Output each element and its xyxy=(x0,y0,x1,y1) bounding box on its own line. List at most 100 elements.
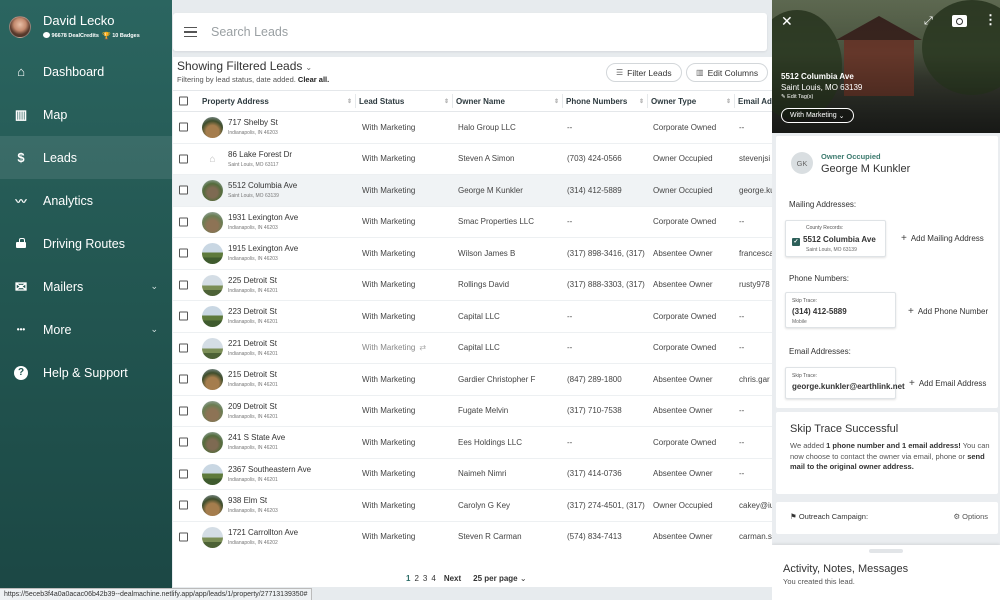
property-address-line1[interactable]: 5512 Columbia Ave xyxy=(228,181,297,190)
lead-status-cell[interactable]: With Marketing xyxy=(362,490,453,521)
sort-icon[interactable]: ⇕ xyxy=(639,98,644,105)
lead-status-cell[interactable]: With Marketing xyxy=(362,238,453,269)
email-cell[interactable]: -- xyxy=(739,427,773,458)
phone-numbers-cell[interactable]: (317) 898-3416, (317) xyxy=(567,238,648,269)
lead-status-cell[interactable]: With Marketing xyxy=(362,427,453,458)
owner-name-cell[interactable]: Gardier Christopher F xyxy=(458,364,563,395)
lead-status-cell[interactable]: With Marketing xyxy=(362,207,453,238)
leads-filter-title[interactable]: Showing Filtered Leads ⌄ xyxy=(177,59,312,73)
email-cell[interactable]: carman.s xyxy=(739,522,773,551)
table-row[interactable]: 5512 Columbia Ave Saint Louis, MO 63139 Wi… xyxy=(173,175,773,207)
menu-icon[interactable] xyxy=(184,27,197,37)
phone-numbers-cell[interactable]: (317) 274-4501, (317) xyxy=(567,490,648,521)
table-row[interactable]: 215 Detroit St Indianapolis, IN 46201 With… xyxy=(173,364,773,396)
table-row[interactable]: 223 Detroit St Indianapolis, IN 46201 With… xyxy=(173,301,773,333)
page-3-link[interactable]: 3 xyxy=(423,574,427,583)
phone-numbers-cell[interactable]: (317) 414-0736 xyxy=(567,459,648,490)
lead-status-cell[interactable]: With Marketing xyxy=(362,270,453,301)
phone-numbers-cell[interactable]: -- xyxy=(567,427,648,458)
select-all-checkbox[interactable] xyxy=(179,96,188,106)
table-row[interactable]: 241 S State Ave Indianapolis, IN 46201 Wit… xyxy=(173,427,773,459)
table-row[interactable]: ⌂ 86 Lake Forest Dr Saint Louis, MO 63117 W… xyxy=(173,144,773,175)
row-checkbox[interactable] xyxy=(179,248,188,258)
email-cell[interactable]: george.ku xyxy=(739,175,773,206)
property-address-line1[interactable]: 938 Elm St xyxy=(228,496,267,505)
column-resize-handle[interactable] xyxy=(647,94,648,108)
property-address-line1[interactable]: 225 Detroit St xyxy=(228,276,277,285)
owner-name-cell[interactable]: Wilson James B xyxy=(458,238,563,269)
clear-all-link[interactable]: Clear all. xyxy=(298,75,329,84)
lead-status-cell[interactable]: With Marketing xyxy=(362,396,453,427)
phone-numbers-cell[interactable]: -- xyxy=(567,333,648,364)
owner-name-cell[interactable]: Capital LLC xyxy=(458,301,563,332)
header-email[interactable]: Email Ad xyxy=(738,91,773,111)
page-2-link[interactable]: 2 xyxy=(414,574,418,583)
column-resize-handle[interactable] xyxy=(734,94,735,108)
table-row[interactable]: 1721 Carrollton Ave Indianapolis, IN 4620… xyxy=(173,522,773,551)
column-resize-handle[interactable] xyxy=(452,94,453,108)
column-resize-handle[interactable] xyxy=(355,94,356,108)
table-row[interactable]: 225 Detroit St Indianapolis, IN 46201 With… xyxy=(173,270,773,301)
activity-card[interactable]: Activity, Notes, Messages You created th… xyxy=(772,545,1000,600)
nav-item-driving-routes[interactable]: Driving Routes xyxy=(0,222,172,265)
row-checkbox[interactable] xyxy=(179,185,188,195)
property-address-line1[interactable]: 2367 Southeastern Ave xyxy=(228,465,311,474)
close-icon[interactable]: ✕ xyxy=(781,14,793,28)
email-cell[interactable]: -- xyxy=(739,301,773,332)
property-address-line1[interactable]: 1721 Carrollton Ave xyxy=(228,528,298,537)
email-cell[interactable]: -- xyxy=(739,459,773,490)
table-row[interactable]: 221 Detroit St Indianapolis, IN 46201 With… xyxy=(173,333,773,364)
row-checkbox[interactable] xyxy=(179,311,188,321)
nav-item-map[interactable]: ▥ Map xyxy=(0,93,172,136)
column-resize-handle[interactable] xyxy=(562,94,563,108)
profile[interactable]: David Lecko 96678 DealCredits 🏆 10 Badge… xyxy=(0,0,172,50)
lead-status-cell[interactable]: With Marketing xyxy=(362,522,453,551)
email-cell[interactable]: chris.gar xyxy=(739,364,773,395)
sort-icon[interactable]: ⇕ xyxy=(726,98,731,105)
property-address-line1[interactable]: 1931 Lexington Ave xyxy=(228,213,298,222)
phone-numbers-cell[interactable]: (847) 289-1800 xyxy=(567,364,648,395)
owner-name[interactable]: George M Kunkler xyxy=(821,163,910,175)
header-lead-status[interactable]: Lead Status ⇕ xyxy=(359,91,453,111)
table-row[interactable]: 717 Shelby St Indianapolis, IN 46203 With … xyxy=(173,112,773,144)
table-row[interactable]: 938 Elm St Indianapolis, IN 46203 With Mar… xyxy=(173,490,773,522)
email-cell[interactable]: cakey@iu xyxy=(739,490,773,521)
property-address-line1[interactable]: 221 Detroit St xyxy=(228,339,277,348)
phone-numbers-cell[interactable]: (314) 412-5889 xyxy=(567,175,648,206)
header-property-address[interactable]: Property Address ⇕ xyxy=(202,91,356,111)
row-checkbox[interactable] xyxy=(179,154,188,164)
header-owner-name[interactable]: Owner Name ⇕ xyxy=(456,91,563,111)
nav-item-dashboard[interactable]: ⌂ Dashboard xyxy=(0,50,172,93)
lead-status-cell[interactable]: With Marketing xyxy=(362,301,453,332)
mailing-address-card[interactable]: County Records: ✓ 5512 Columbia Ave Saint… xyxy=(785,220,886,257)
property-address-line1[interactable]: 717 Shelby St xyxy=(228,118,278,127)
drag-handle[interactable] xyxy=(869,549,903,553)
table-row[interactable]: 2367 Southeastern Ave Indianapolis, IN 46… xyxy=(173,459,773,490)
expand-icon[interactable]: ⤢ xyxy=(924,15,933,28)
nav-item-mailers[interactable]: ✉ Mailers ⌄ xyxy=(0,265,172,308)
sort-icon[interactable]: ⇕ xyxy=(444,98,449,105)
lead-status-cell[interactable]: With Marketing xyxy=(362,112,453,143)
owner-name-cell[interactable]: Ees Holdings LLC xyxy=(458,427,563,458)
property-address-line1[interactable]: 209 Detroit St xyxy=(228,402,277,411)
owner-name-cell[interactable]: Steven A Simon xyxy=(458,144,563,175)
nav-item-analytics[interactable]: 〰 Analytics xyxy=(0,179,172,222)
email-cell[interactable]: francesca xyxy=(739,238,773,269)
phone-numbers-cell[interactable]: (574) 834-7413 xyxy=(567,522,648,551)
header-owner-type[interactable]: Owner Type ⇕ xyxy=(651,91,735,111)
email-cell[interactable]: -- xyxy=(739,112,773,143)
add-phone-number-button[interactable]: + Add Phone Number xyxy=(908,306,988,317)
next-page-button[interactable]: Next xyxy=(444,574,461,583)
edit-tags-link[interactable]: ✎ Edit Tag(s) xyxy=(781,94,813,100)
more-vertical-icon[interactable]: ⋮ xyxy=(984,13,997,26)
filter-leads-button[interactable]: ☰ Filter Leads xyxy=(606,63,682,82)
header-phone-numbers[interactable]: Phone Numbers ⇕ xyxy=(566,91,648,111)
owner-name-cell[interactable]: Steven R Carman xyxy=(458,522,563,551)
property-photo[interactable]: ✕ ⤢ ⋮ 5512 Columbia Ave Saint Louis, MO … xyxy=(772,0,1000,133)
sort-icon[interactable]: ⇕ xyxy=(554,98,559,105)
email-cell[interactable]: -- xyxy=(739,396,773,427)
row-checkbox[interactable] xyxy=(179,500,188,510)
phone-numbers-cell[interactable]: (317) 888-3303, (317) xyxy=(567,270,648,301)
lead-status-cell[interactable]: With Marketing ⇄ xyxy=(362,333,453,364)
search-input[interactable] xyxy=(211,21,751,43)
